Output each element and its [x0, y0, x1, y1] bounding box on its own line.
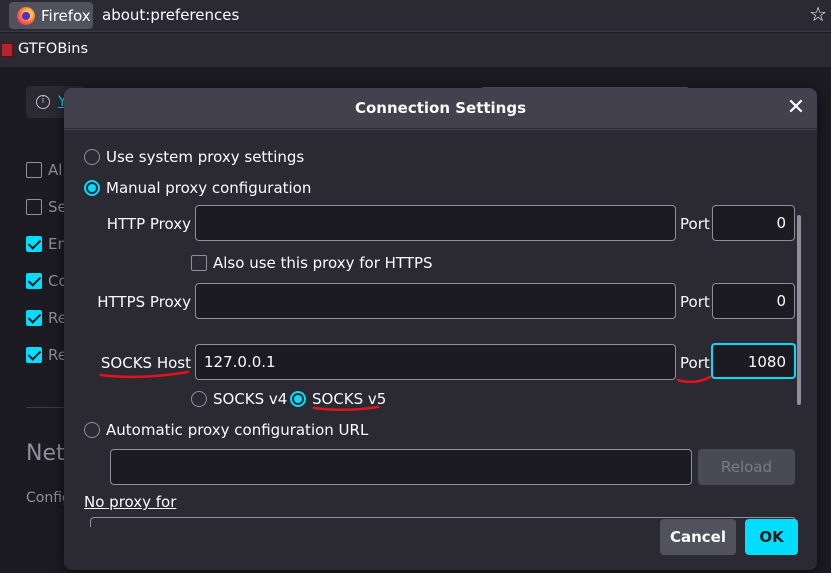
- radio-label: Automatic proxy configuration URL: [106, 421, 369, 439]
- dialog-title: Connection Settings: [64, 88, 817, 129]
- http-port-input[interactable]: 0: [712, 205, 795, 241]
- firefox-logo-icon: [17, 6, 35, 25]
- radio-label: SOCKS v5: [312, 390, 387, 408]
- radio-auto-proxy[interactable]: Automatic proxy configuration URL: [84, 421, 368, 439]
- socks-port-label: Port: [680, 354, 710, 372]
- scrollbar-thumb[interactable]: [797, 215, 801, 405]
- radio-system-proxy[interactable]: Use system proxy settings: [84, 148, 304, 166]
- pref-checkbox[interactable]: [26, 347, 42, 363]
- radio-manual-proxy[interactable]: Manual proxy configuration: [84, 179, 311, 197]
- https-port-label: Port: [680, 293, 710, 311]
- divider: [26, 407, 66, 408]
- radio-label: SOCKS v4: [213, 390, 288, 408]
- pref-row[interactable]: Al: [26, 161, 62, 179]
- also-https-checkbox[interactable]: [191, 255, 207, 271]
- pref-checkbox[interactable]: [26, 273, 42, 289]
- also-https-label: Also use this proxy for HTTPS: [213, 254, 433, 272]
- bookmark-gtfobins[interactable]: GTFOBins: [18, 41, 88, 57]
- info-icon: i: [36, 95, 50, 109]
- pref-row[interactable]: Co: [26, 272, 68, 290]
- ok-button[interactable]: OK: [745, 519, 798, 555]
- pref-row[interactable]: En: [26, 235, 67, 253]
- radio-button[interactable]: [84, 422, 100, 438]
- also-https-checkbox-row[interactable]: Also use this proxy for HTTPS: [191, 254, 433, 272]
- pref-row[interactable]: Re: [26, 346, 67, 364]
- radio-button[interactable]: [290, 391, 306, 407]
- bookmarks-toolbar: GTFOBins: [0, 33, 831, 67]
- https-proxy-input[interactable]: [195, 283, 676, 319]
- radio-button[interactable]: [84, 149, 100, 165]
- radio-label: Manual proxy configuration: [106, 179, 312, 197]
- identity-label: Firefox: [41, 6, 91, 25]
- pref-checkbox[interactable]: [26, 236, 42, 252]
- radio-label: Use system proxy settings: [106, 148, 305, 166]
- http-port-label: Port: [680, 215, 710, 233]
- identity-button[interactable]: Firefox: [9, 2, 93, 29]
- pref-checkbox[interactable]: [26, 162, 42, 178]
- auto-proxy-url-input[interactable]: [110, 449, 692, 485]
- https-proxy-label: HTTPS Proxy: [97, 293, 191, 311]
- radio-socks-v5[interactable]: SOCKS v5: [290, 390, 386, 408]
- pref-checkbox[interactable]: [26, 310, 42, 326]
- no-proxy-label: No proxy for: [84, 493, 177, 511]
- close-icon[interactable]: ✕: [785, 97, 807, 119]
- socks-port-input[interactable]: 1080: [711, 343, 796, 379]
- pref-checkbox[interactable]: [26, 199, 42, 215]
- socks-host-input[interactable]: 127.0.0.1: [195, 344, 676, 380]
- pref-label: Al: [48, 161, 63, 179]
- pref-row[interactable]: Se: [26, 198, 67, 216]
- pref-row[interactable]: Re: [26, 309, 67, 327]
- radio-socks-v4[interactable]: SOCKS v4: [191, 390, 287, 408]
- connection-settings-dialog: Connection Settings ✕ Use system proxy s…: [64, 88, 817, 570]
- bookmark-star-icon[interactable]: ☆: [809, 2, 827, 26]
- dialog-body: Use system proxy settings Manual proxy c…: [64, 130, 817, 570]
- radio-button[interactable]: [84, 180, 100, 196]
- https-port-input[interactable]: 0: [712, 283, 795, 319]
- socks-host-label: SOCKS Host: [100, 354, 191, 372]
- radio-button[interactable]: [191, 391, 207, 407]
- gtfobins-favicon-icon: [1, 43, 13, 57]
- reload-button[interactable]: Reload: [698, 449, 795, 485]
- cancel-button[interactable]: Cancel: [660, 519, 736, 555]
- http-proxy-label: HTTP Proxy: [106, 215, 191, 233]
- url-bar: Firefox about:preferences ☆: [0, 0, 831, 32]
- url-input[interactable]: about:preferences: [102, 6, 239, 24]
- http-proxy-input[interactable]: [195, 205, 676, 241]
